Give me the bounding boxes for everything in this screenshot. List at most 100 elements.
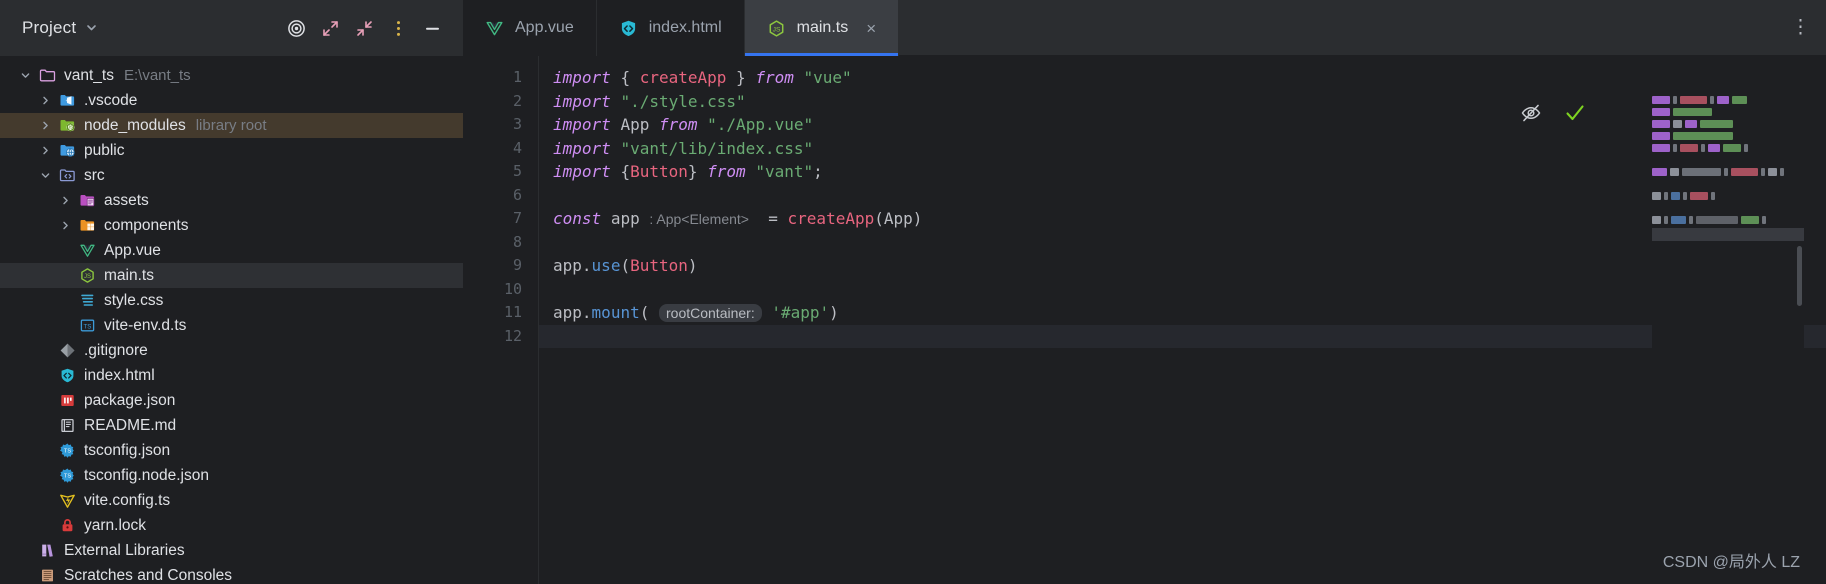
minimap-token bbox=[1652, 132, 1670, 140]
code-token: app bbox=[553, 303, 582, 322]
minimap-token bbox=[1671, 192, 1680, 200]
editor-tab-main-ts[interactable]: JS main.ts × bbox=[744, 0, 900, 56]
tree-item-index-html[interactable]: index.html bbox=[0, 363, 463, 388]
editor-tab-index-html[interactable]: index.html bbox=[596, 0, 745, 56]
code-line-8[interactable] bbox=[539, 231, 1826, 255]
code-line-1[interactable]: import { createApp } from "vue" bbox=[539, 66, 1826, 90]
tree-item-label: Scratches and Consoles bbox=[64, 566, 233, 584]
tree-item-readme-md[interactable]: README.md bbox=[0, 413, 463, 438]
tree-item-public[interactable]: public bbox=[0, 138, 463, 163]
chevron-down-icon[interactable] bbox=[34, 170, 56, 181]
code-minimap[interactable] bbox=[1652, 96, 1804, 584]
tree-item-vant-ts[interactable]: vant_ts E:\vant_ts bbox=[0, 63, 463, 88]
chevron-right-icon[interactable] bbox=[54, 195, 76, 206]
tree-item-main-ts[interactable]: JS main.ts bbox=[0, 263, 463, 288]
analysis-ok-check-icon[interactable] bbox=[1564, 102, 1586, 128]
folder-node-icon: JS bbox=[56, 117, 78, 134]
chevron-right-icon[interactable] bbox=[34, 95, 56, 106]
code-token: "vant" bbox=[755, 162, 814, 181]
external-libraries-icon bbox=[36, 542, 58, 559]
svg-text:TS: TS bbox=[83, 323, 91, 330]
tree-item-package-json[interactable]: package.json bbox=[0, 388, 463, 413]
minimap-token bbox=[1685, 120, 1697, 128]
folder-assets-icon bbox=[76, 192, 98, 209]
chevron-down-icon[interactable] bbox=[14, 70, 36, 81]
line-number: 6 bbox=[512, 185, 522, 204]
tsconfig-file-icon: TS bbox=[56, 467, 78, 484]
svg-text:JS: JS bbox=[83, 274, 90, 280]
tree-item-assets[interactable]: assets bbox=[0, 188, 463, 213]
expand-all-icon[interactable] bbox=[313, 11, 347, 45]
more-options-icon[interactable] bbox=[381, 11, 415, 45]
minimap-token bbox=[1673, 96, 1677, 104]
line-number: 12 bbox=[503, 326, 522, 345]
tree-item-external-libraries[interactable]: External Libraries bbox=[0, 538, 463, 563]
tree-item-tsconfig-json[interactable]: TS tsconfig.json bbox=[0, 438, 463, 463]
code-area[interactable]: 1 2 3 4 5 6 7 8 9 10 11 12 import { createApp } fro… bbox=[463, 56, 1826, 584]
code-line-3[interactable]: import App from "./App.vue" bbox=[539, 113, 1826, 137]
code-token: App bbox=[620, 115, 650, 134]
code-line-10[interactable] bbox=[539, 278, 1826, 302]
minimap-line bbox=[1652, 144, 1804, 152]
editor-scrollbar-thumb[interactable] bbox=[1797, 246, 1802, 306]
hide-panel-icon[interactable] bbox=[415, 11, 449, 45]
target-locate-icon[interactable] bbox=[279, 11, 313, 45]
code-line-2[interactable]: import "./style.css" bbox=[539, 90, 1826, 114]
tree-item-gitignore[interactable]: .gitignore bbox=[0, 338, 463, 363]
code-token: mount bbox=[591, 303, 640, 322]
tree-item-tsconfig-node-json[interactable]: TS tsconfig.node.json bbox=[0, 463, 463, 488]
chevron-down-icon[interactable] bbox=[85, 21, 98, 36]
chevron-right-icon[interactable] bbox=[54, 220, 76, 231]
tree-item-app-vue[interactable]: App.vue bbox=[0, 238, 463, 263]
inspections-off-icon[interactable] bbox=[1520, 102, 1542, 128]
code-line-6[interactable] bbox=[539, 184, 1826, 208]
tree-item-components[interactable]: components bbox=[0, 213, 463, 238]
minimap-token bbox=[1744, 144, 1748, 152]
editor-tab-app-vue[interactable]: App.vue bbox=[463, 0, 597, 56]
tree-item-node-modules[interactable]: JS node_modules library root bbox=[0, 113, 463, 138]
tree-item-src[interactable]: src bbox=[0, 163, 463, 188]
code-token: from bbox=[707, 162, 746, 181]
code-line-7[interactable]: const app : App<Element> = createApp(App… bbox=[539, 207, 1826, 231]
code-token: ( bbox=[620, 256, 631, 275]
minimap-token bbox=[1780, 168, 1784, 176]
tree-item-vscode[interactable]: .vscode bbox=[0, 88, 463, 113]
tree-item-vite-config-ts[interactable]: vite.config.ts bbox=[0, 488, 463, 513]
tree-item-scratches-and-consoles[interactable]: Scratches and Consoles bbox=[0, 563, 463, 584]
code-line-12[interactable] bbox=[539, 324, 1826, 348]
collapse-all-icon[interactable] bbox=[347, 11, 381, 45]
minimap-token bbox=[1723, 144, 1741, 152]
watermark-text: CSDN @局外人 LZ bbox=[1662, 554, 1800, 571]
chevron-right-icon[interactable] bbox=[34, 120, 56, 131]
code-editor-pane[interactable]: import { createApp } from "vue" import ".… bbox=[539, 56, 1826, 584]
code-line-11[interactable]: app.mount( rootContainer: '#app') bbox=[539, 301, 1826, 325]
more-vertical-icon[interactable]: ⋮ bbox=[1791, 17, 1810, 37]
folder-components-icon bbox=[76, 217, 98, 234]
tree-item-style-css[interactable]: style.css bbox=[0, 288, 463, 313]
tree-item-sublabel: library root bbox=[195, 117, 267, 134]
code-line-5[interactable]: import {Button} from "vant"; bbox=[539, 160, 1826, 184]
code-line-9[interactable]: app.use(Button) bbox=[539, 254, 1826, 278]
minimap-token bbox=[1652, 144, 1670, 152]
git-file-icon bbox=[56, 342, 78, 359]
minimap-line bbox=[1652, 156, 1804, 164]
tree-item-label: public bbox=[84, 141, 125, 159]
minimap-token bbox=[1664, 192, 1668, 200]
code-token: use bbox=[591, 256, 621, 275]
close-tab-icon[interactable]: × bbox=[866, 20, 876, 37]
project-sidebar: Project vant_ts E:\vant_ts .vscode JS no… bbox=[0, 0, 463, 584]
code-token: { bbox=[620, 68, 640, 87]
vue-file-icon bbox=[76, 242, 98, 259]
line-number: 4 bbox=[512, 138, 522, 157]
tree-item-label: vant_ts bbox=[64, 66, 114, 84]
minimap-line bbox=[1652, 168, 1804, 176]
code-token: import bbox=[553, 68, 611, 87]
tree-item-vite-env-d-ts[interactable]: TS vite-env.d.ts bbox=[0, 313, 463, 338]
code-line-4[interactable]: import "vant/lib/index.css" bbox=[539, 137, 1826, 161]
chevron-right-icon[interactable] bbox=[34, 145, 56, 156]
tree-item-yarn-lock[interactable]: yarn.lock bbox=[0, 513, 463, 538]
minimap-token bbox=[1652, 96, 1670, 104]
code-token: const bbox=[553, 209, 602, 228]
